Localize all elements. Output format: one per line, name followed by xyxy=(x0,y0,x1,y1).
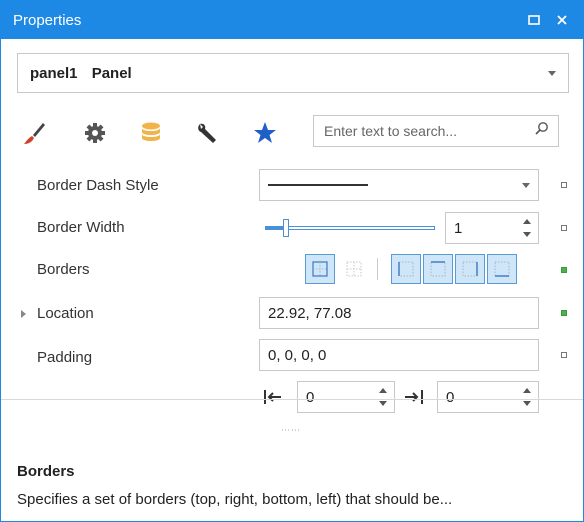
property-marker-icon[interactable] xyxy=(561,352,567,358)
padding-value: 0, 0, 0, 0 xyxy=(268,346,327,364)
padding-right-value: 0 xyxy=(446,388,455,406)
object-selector[interactable]: panel1 Panel xyxy=(17,53,569,93)
gear-icon[interactable] xyxy=(81,119,109,147)
slider-thumb[interactable] xyxy=(283,219,289,237)
property-row-padding: Padding 0, 0, 0, 0 xyxy=(17,337,569,379)
location-input[interactable]: 22.92, 77.08 xyxy=(259,297,539,329)
expand-arrow-icon[interactable] xyxy=(21,310,26,318)
property-marker-icon[interactable] xyxy=(561,225,567,231)
border-none-button[interactable] xyxy=(339,254,369,284)
database-icon[interactable] xyxy=(137,119,165,147)
slider-fill xyxy=(265,226,285,230)
maximize-icon[interactable] xyxy=(523,9,545,31)
object-type: Panel xyxy=(91,64,132,82)
brush-icon[interactable] xyxy=(21,119,49,147)
border-right-button[interactable] xyxy=(455,254,485,284)
window-title: Properties xyxy=(13,11,82,29)
spin-up-icon[interactable] xyxy=(379,388,387,393)
title-bar: Properties xyxy=(1,1,583,39)
border-width-value: 1 xyxy=(454,219,463,237)
splitter-grip-icon[interactable]: ⋯⋯ xyxy=(281,425,301,436)
search-box[interactable] xyxy=(313,115,559,147)
border-width-spinner[interactable]: 1 xyxy=(445,212,539,244)
property-row-border-width: Border Width 1 xyxy=(17,207,569,249)
property-marker-icon[interactable] xyxy=(561,267,567,273)
border-all-button[interactable] xyxy=(305,254,335,284)
star-icon[interactable] xyxy=(251,119,279,147)
object-name: panel1 xyxy=(30,64,78,82)
spin-buttons[interactable] xyxy=(378,386,388,408)
property-marker-icon[interactable] xyxy=(561,310,567,316)
border-dash-style-dropdown[interactable] xyxy=(259,169,539,201)
border-left-button[interactable] xyxy=(391,254,421,284)
properties-window: Properties panel1 Panel Enter text to se… xyxy=(0,0,584,522)
search-icon[interactable] xyxy=(534,121,550,141)
padding-left-spinner[interactable]: 0 xyxy=(297,381,395,413)
description-text: Specifies a set of borders (top, right, … xyxy=(17,491,453,508)
spin-down-icon[interactable] xyxy=(523,232,531,237)
close-icon[interactable] xyxy=(551,9,573,31)
property-label: Border Dash Style xyxy=(37,177,159,194)
chevron-down-icon[interactable] xyxy=(522,182,530,188)
property-row-borders: Borders xyxy=(17,249,569,291)
spin-up-icon[interactable] xyxy=(523,219,531,224)
border-width-slider[interactable] xyxy=(265,219,435,237)
property-marker-icon[interactable] xyxy=(561,182,567,188)
description-title: Borders xyxy=(17,463,75,480)
chevron-down-icon[interactable] xyxy=(548,70,556,76)
property-label: Border Width xyxy=(37,219,125,236)
border-top-button[interactable] xyxy=(423,254,453,284)
wrench-icon[interactable] xyxy=(193,119,221,147)
padding-input[interactable]: 0, 0, 0, 0 xyxy=(259,339,539,371)
padding-right-spinner[interactable]: 0 xyxy=(437,381,539,413)
spin-down-icon[interactable] xyxy=(523,401,531,406)
search-input[interactable] xyxy=(322,122,534,140)
toolbar xyxy=(17,113,569,153)
property-label: Borders xyxy=(37,261,90,278)
property-label: Location xyxy=(37,305,94,322)
padding-sides-row: 0 0 xyxy=(17,377,569,419)
location-value: 22.92, 77.08 xyxy=(268,304,352,322)
border-bottom-button[interactable] xyxy=(487,254,517,284)
property-row-location: Location 22.92, 77.08 xyxy=(17,293,569,335)
description-splitter[interactable] xyxy=(1,399,583,400)
borders-divider xyxy=(377,258,378,280)
spin-up-icon[interactable] xyxy=(523,388,531,393)
property-label: Padding xyxy=(37,349,93,366)
slider-track xyxy=(265,226,435,230)
padding-left-value: 0 xyxy=(306,388,315,406)
spin-buttons[interactable] xyxy=(522,386,532,408)
object-selector-value: panel1 Panel xyxy=(30,65,548,82)
spin-down-icon[interactable] xyxy=(379,401,387,406)
property-grid: Border Dash Style Border Width 1 Borders… xyxy=(17,165,584,427)
property-row-border-dash-style: Border Dash Style xyxy=(17,165,569,207)
spin-buttons[interactable] xyxy=(522,217,532,239)
solid-line-preview-icon xyxy=(268,184,368,186)
